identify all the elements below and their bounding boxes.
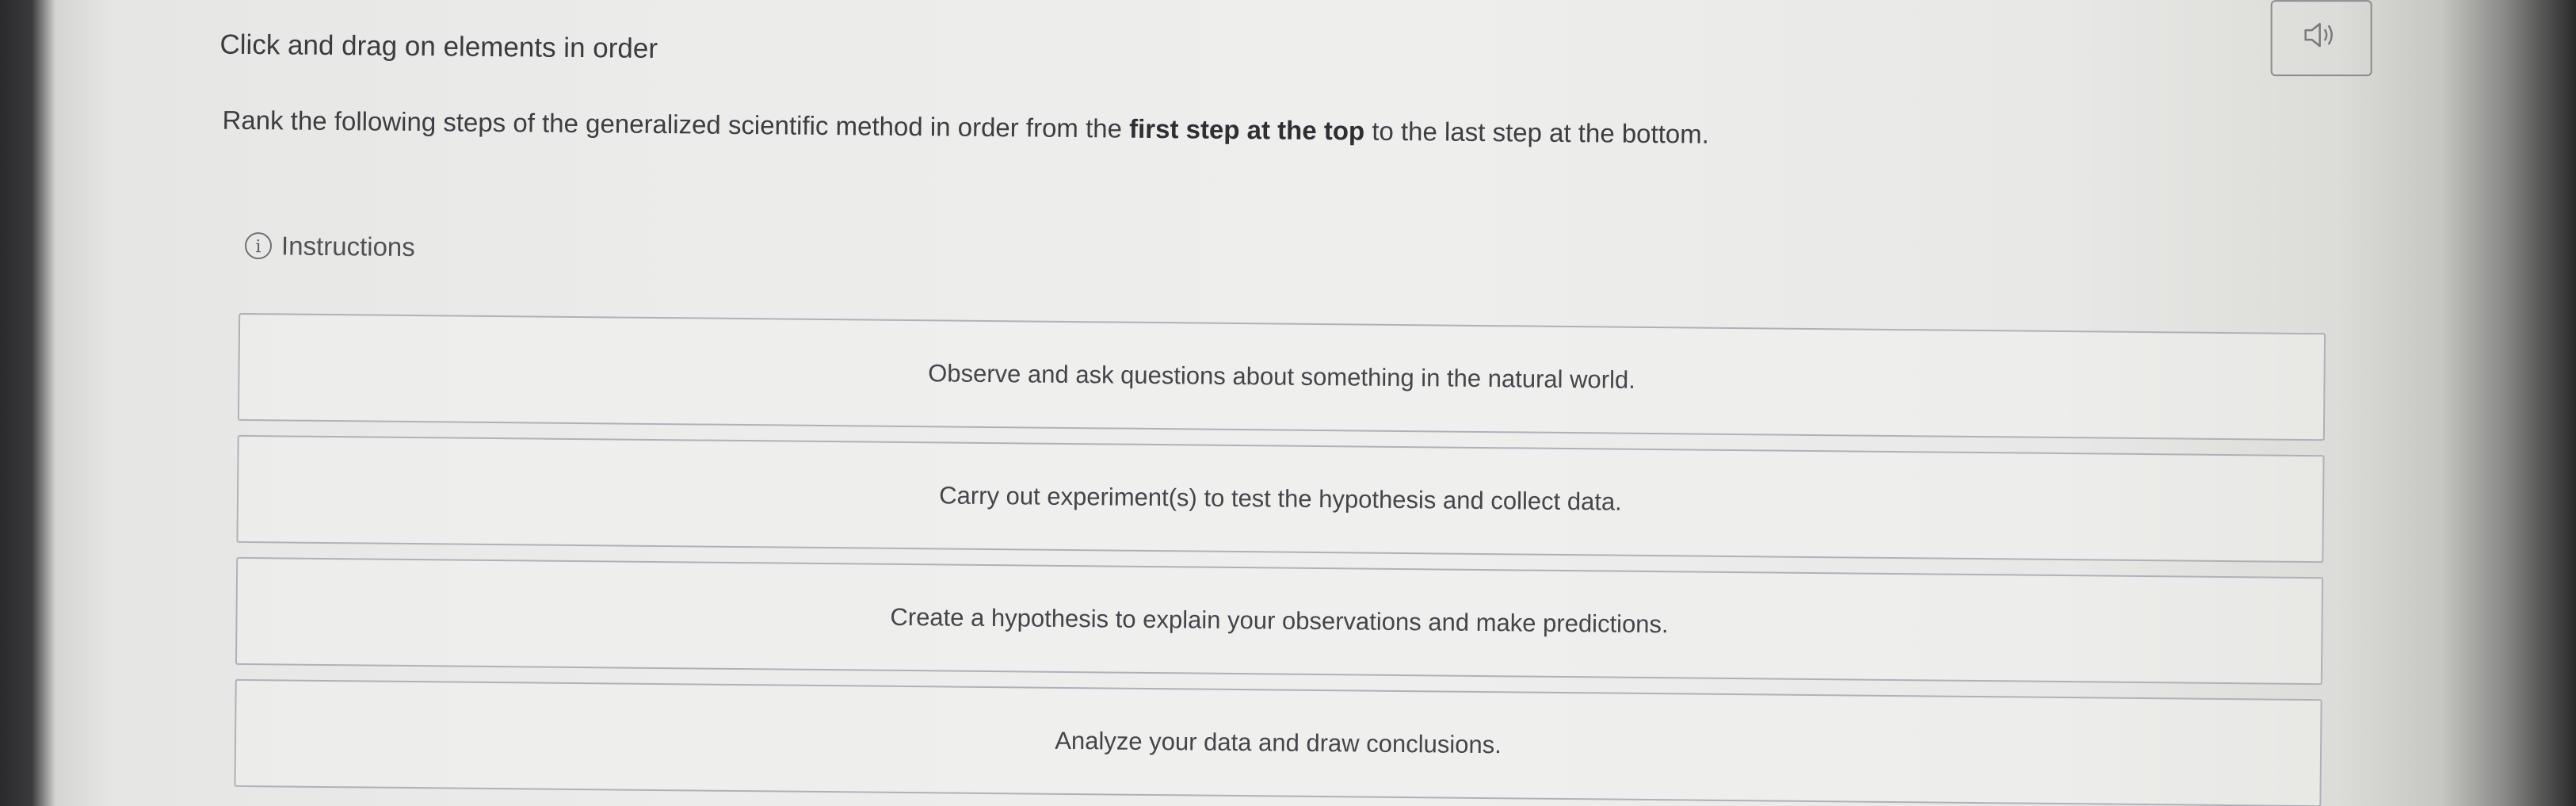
rank-item[interactable]: Analyze your data and draw conclusions. xyxy=(234,678,2322,806)
rank-item[interactable]: Carry out experiment(s) to test the hypo… xyxy=(236,434,2325,563)
prompt-text-end: to the last step at the bottom. xyxy=(1364,116,1710,149)
rank-item-label: Carry out experiment(s) to test the hypo… xyxy=(939,481,1622,516)
rank-item[interactable]: Create a hypothesis to explain your obse… xyxy=(235,556,2324,686)
instructions-toggle[interactable]: i Instructions xyxy=(244,231,415,262)
read-aloud-button[interactable] xyxy=(2270,0,2372,77)
rank-item-label: Analyze your data and draw conclusions. xyxy=(1055,726,1502,759)
question-panel: Click and drag on elements in order Rank… xyxy=(0,0,2576,806)
ranking-list: Observe and ask questions about somethin… xyxy=(234,312,2326,806)
rank-item[interactable]: Observe and ask questions about somethin… xyxy=(237,312,2326,441)
question-type-title: Click and drag on elements in order xyxy=(219,29,658,64)
speaker-icon xyxy=(2304,22,2333,48)
info-icon: i xyxy=(244,231,273,260)
rank-item-label: Create a hypothesis to explain your obse… xyxy=(890,602,1669,639)
question-prompt: Rank the following steps of the generali… xyxy=(222,105,1709,150)
rank-item-label: Observe and ask questions about somethin… xyxy=(928,359,1635,394)
instructions-label: Instructions xyxy=(280,231,415,262)
prompt-emphasis: first step at the top xyxy=(1128,113,1365,146)
prompt-text-start: Rank the following steps of the generali… xyxy=(222,105,1130,143)
screen-photo: Click and drag on elements in order Rank… xyxy=(0,0,2576,806)
